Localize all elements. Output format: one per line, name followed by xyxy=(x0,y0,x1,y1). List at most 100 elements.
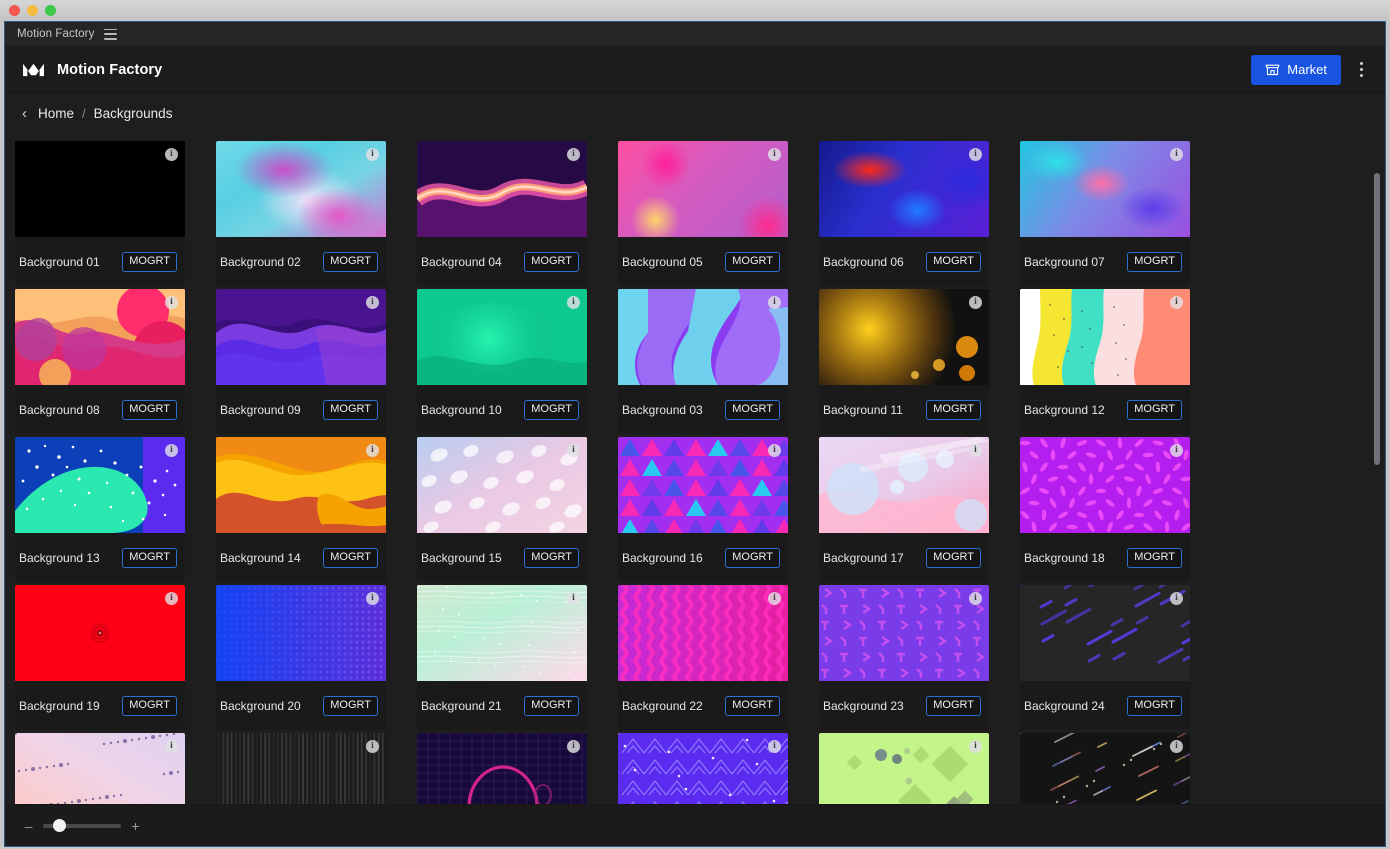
mogrt-button[interactable]: MOGRT xyxy=(725,251,780,272)
mogrt-button[interactable]: MOGRT xyxy=(323,251,378,272)
mogrt-button[interactable]: MOGRT xyxy=(524,251,579,272)
mogrt-button[interactable]: MOGRT xyxy=(1127,251,1182,272)
info-icon[interactable]: i xyxy=(1170,148,1183,161)
mogrt-button[interactable]: MOGRT xyxy=(926,547,981,568)
background-thumbnail[interactable]: i xyxy=(1020,585,1190,681)
background-thumbnail[interactable]: i xyxy=(819,585,989,681)
breadcrumb-home-link[interactable]: Home xyxy=(38,106,74,121)
info-icon[interactable]: i xyxy=(1170,740,1183,753)
info-icon[interactable]: i xyxy=(768,592,781,605)
background-thumbnail[interactable]: i xyxy=(1020,733,1190,804)
info-icon[interactable]: i xyxy=(1170,296,1183,309)
background-thumbnail[interactable]: i xyxy=(618,437,788,533)
info-icon[interactable]: i xyxy=(1170,444,1183,457)
window-traffic-lights[interactable] xyxy=(9,5,56,16)
info-icon[interactable]: i xyxy=(969,296,982,309)
backgrounds-scroll-area[interactable]: i Background 01 MOGRT i Background 02 MOGRT i… xyxy=(5,133,1385,804)
mogrt-button[interactable]: MOGRT xyxy=(725,547,780,568)
mogrt-button[interactable]: MOGRT xyxy=(926,399,981,420)
info-icon[interactable]: i xyxy=(1170,592,1183,605)
background-thumbnail[interactable]: i xyxy=(1020,437,1190,533)
background-card[interactable]: i xyxy=(417,733,587,804)
kebab-menu-icon[interactable] xyxy=(1351,55,1371,85)
background-thumbnail[interactable]: i xyxy=(819,437,989,533)
info-icon[interactable]: i xyxy=(366,592,379,605)
info-icon[interactable]: i xyxy=(768,444,781,457)
background-thumbnail[interactable]: i xyxy=(1020,141,1190,237)
mogrt-button[interactable]: MOGRT xyxy=(122,547,177,568)
background-thumbnail[interactable]: i xyxy=(216,437,386,533)
background-card[interactable]: i Background 05 MOGRT xyxy=(618,141,788,286)
background-card[interactable]: i xyxy=(15,733,185,804)
mogrt-button[interactable]: MOGRT xyxy=(725,399,780,420)
info-icon[interactable]: i xyxy=(567,740,580,753)
mogrt-button[interactable]: MOGRT xyxy=(122,251,177,272)
market-button[interactable]: Market xyxy=(1251,54,1341,85)
background-card[interactable]: i Background 18 MOGRT xyxy=(1020,437,1190,582)
info-icon[interactable]: i xyxy=(768,296,781,309)
mogrt-button[interactable]: MOGRT xyxy=(1127,399,1182,420)
background-thumbnail[interactable]: i xyxy=(216,585,386,681)
background-card[interactable]: i xyxy=(1020,733,1190,804)
info-icon[interactable]: i xyxy=(165,296,178,309)
hamburger-icon[interactable] xyxy=(104,28,118,40)
mogrt-button[interactable]: MOGRT xyxy=(122,695,177,716)
background-thumbnail[interactable]: i xyxy=(216,289,386,385)
background-thumbnail[interactable]: i xyxy=(819,289,989,385)
background-card[interactable]: i Background 21 MOGRT xyxy=(417,585,587,730)
background-thumbnail[interactable]: i xyxy=(15,733,185,804)
background-card[interactable]: i Background 20 MOGRT xyxy=(216,585,386,730)
mogrt-button[interactable]: MOGRT xyxy=(725,695,780,716)
background-thumbnail[interactable]: i xyxy=(417,585,587,681)
background-thumbnail[interactable]: i xyxy=(618,141,788,237)
maximize-window-button[interactable] xyxy=(45,5,56,16)
background-thumbnail[interactable]: i xyxy=(417,437,587,533)
info-icon[interactable]: i xyxy=(567,296,580,309)
background-thumbnail[interactable]: i xyxy=(417,141,587,237)
background-thumbnail[interactable]: i xyxy=(15,437,185,533)
mogrt-button[interactable]: MOGRT xyxy=(323,547,378,568)
background-card[interactable]: i Background 04 MOGRT xyxy=(417,141,587,286)
background-card[interactable]: i Background 17 MOGRT xyxy=(819,437,989,582)
background-card[interactable]: i xyxy=(618,733,788,804)
info-icon[interactable]: i xyxy=(969,740,982,753)
mogrt-button[interactable]: MOGRT xyxy=(1127,695,1182,716)
background-card[interactable]: i Background 07 MOGRT xyxy=(1020,141,1190,286)
background-thumbnail[interactable]: i xyxy=(819,141,989,237)
info-icon[interactable]: i xyxy=(366,148,379,161)
mogrt-button[interactable]: MOGRT xyxy=(323,399,378,420)
info-icon[interactable]: i xyxy=(768,148,781,161)
mogrt-button[interactable]: MOGRT xyxy=(524,695,579,716)
zoom-in-icon[interactable]: + xyxy=(130,819,141,833)
background-card[interactable]: i Background 16 MOGRT xyxy=(618,437,788,582)
info-icon[interactable]: i xyxy=(366,444,379,457)
close-window-button[interactable] xyxy=(9,5,20,16)
background-card[interactable]: i Background 23 MOGRT xyxy=(819,585,989,730)
background-thumbnail[interactable]: i xyxy=(15,141,185,237)
zoom-slider-knob[interactable] xyxy=(53,819,66,832)
background-thumbnail[interactable]: i xyxy=(618,289,788,385)
background-card[interactable]: i Background 09 MOGRT xyxy=(216,289,386,434)
background-thumbnail[interactable]: i xyxy=(618,733,788,804)
info-icon[interactable]: i xyxy=(366,296,379,309)
background-thumbnail[interactable]: i xyxy=(618,585,788,681)
mogrt-button[interactable]: MOGRT xyxy=(1127,547,1182,568)
mogrt-button[interactable]: MOGRT xyxy=(323,695,378,716)
info-icon[interactable]: i xyxy=(969,592,982,605)
background-card[interactable]: i Background 15 MOGRT xyxy=(417,437,587,582)
info-icon[interactable]: i xyxy=(969,444,982,457)
mogrt-button[interactable]: MOGRT xyxy=(926,251,981,272)
background-card[interactable]: i Background 10 MOGRT xyxy=(417,289,587,434)
background-card[interactable]: i Background 06 MOGRT xyxy=(819,141,989,286)
background-thumbnail[interactable]: i xyxy=(417,733,587,804)
info-icon[interactable]: i xyxy=(567,148,580,161)
info-icon[interactable]: i xyxy=(567,444,580,457)
background-thumbnail[interactable]: i xyxy=(417,289,587,385)
info-icon[interactable]: i xyxy=(969,148,982,161)
mogrt-button[interactable]: MOGRT xyxy=(524,547,579,568)
zoom-slider[interactable] xyxy=(43,819,121,832)
background-thumbnail[interactable]: i xyxy=(216,141,386,237)
background-card[interactable]: i Background 19 MOGRT xyxy=(15,585,185,730)
background-thumbnail[interactable]: i xyxy=(1020,289,1190,385)
chevron-left-icon[interactable]: ‹ xyxy=(19,106,30,121)
